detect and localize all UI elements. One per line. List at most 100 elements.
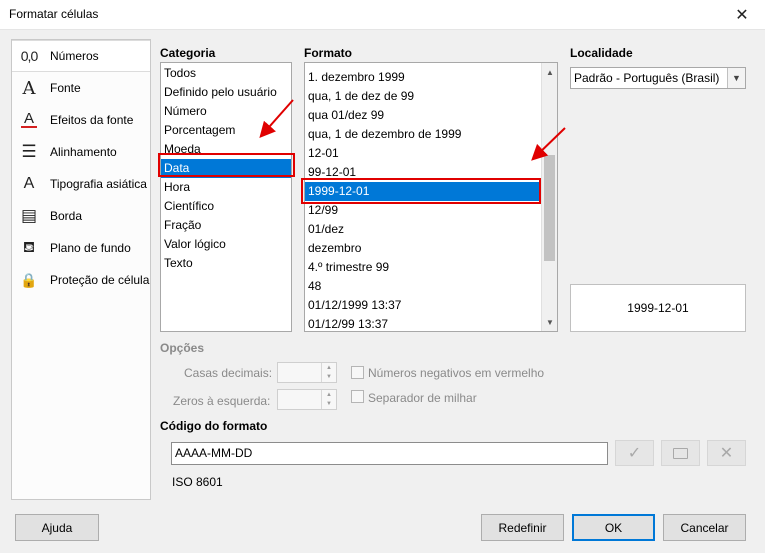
list-item[interactable]: Texto [161,254,291,273]
list-item[interactable]: 1. dezembro 1999 [305,68,541,87]
list-item[interactable]: Valor lógico [161,235,291,254]
stepper-up-icon[interactable]: ▲ [322,363,336,372]
thousands-separator-label: Separador de milhar [368,391,477,405]
sidebar-item-tipografia-asiatica[interactable]: A Tipografia asiática [12,168,150,200]
sidebar-item-label: Alinhamento [50,145,117,159]
sidebar-item-label: Plano de fundo [50,241,131,255]
list-item[interactable]: 4.º trimestre 99 [305,258,541,277]
sidebar-item-numeros[interactable]: 0,0 Números [12,40,150,72]
list-item[interactable]: 01/12/99 13:37 [305,315,541,331]
format-label: Formato [304,46,352,60]
list-item[interactable]: 99-12-01 [305,163,541,182]
alignment-icon: ☰ [21,142,37,161]
sidebar-item-efeitos-fonte[interactable]: A Efeitos da fonte [12,104,150,136]
checkmark-icon: ✓ [627,445,642,462]
list-item[interactable]: 48 [305,277,541,296]
ok-label: OK [604,520,623,535]
background-icon: ⛾ [22,238,36,256]
sidebar-item-protecao-celula[interactable]: 🔒 Proteção de célula [12,264,150,296]
cancel-label: Cancelar [680,520,729,535]
locale-label: Localidade [570,46,633,60]
format-list[interactable]: 1. dezembro 1999 qua, 1 de dez de 99 qua 0… [304,62,558,332]
confirm-code-button[interactable]: ✓ [615,440,654,466]
sidebar-item-borda[interactable]: ▤ Borda [12,200,150,232]
asian-typography-icon: A [23,175,35,192]
options-label: Opções [160,341,205,355]
font-effects-underline [21,126,37,128]
leading-zeros-label: Zeros à esquerda: [173,394,271,408]
close-icon[interactable]: ✕ [719,0,765,30]
chevron-down-icon[interactable]: ▼ [727,68,745,88]
stepper-down-icon[interactable]: ▼ [322,399,336,408]
list-item[interactable]: Data [161,159,291,178]
sidebar-item-label: Tipografia asiática [50,177,147,191]
list-item[interactable]: Número [161,102,291,121]
category-list[interactable]: Todos Definido pelo usuário Número Porcenta… [160,62,292,332]
list-item[interactable]: qua, 1 de dez de 99 [305,87,541,106]
sidebar: 0,0 Números A Fonte A Efeitos da fonte ☰… [11,39,151,500]
scroll-up-icon[interactable]: ▲ [542,65,557,79]
list-item[interactable]: Todos [161,64,291,83]
format-code-description: ISO 8601 [172,475,223,489]
list-item[interactable]: Porcentagem [161,121,291,140]
decimal-places-stepper[interactable]: ▲ ▼ [277,362,337,383]
category-label: Categoria [160,46,216,60]
reset-button[interactable]: Redefinir [481,514,564,541]
sidebar-item-label: Efeitos da fonte [50,113,134,127]
sidebar-item-plano-de-fundo[interactable]: ⛾ Plano de fundo [12,232,150,264]
format-preview: 1999-12-01 [570,284,746,332]
reset-label: Redefinir [498,520,547,535]
list-item[interactable]: 12/99 [305,201,541,220]
format-code-value: AAAA-MM-DD [175,446,253,460]
cancel-button[interactable]: Cancelar [663,514,746,541]
list-item[interactable]: 12-01 [305,144,541,163]
comment-code-button[interactable] [661,440,700,466]
negative-red-checkbox[interactable] [351,366,364,379]
locale-value: Padrão - Português (Brasil) [574,71,720,85]
format-list-scrollbar[interactable]: ▲ ▼ [541,63,557,331]
list-item[interactable]: qua 01/dez 99 [305,106,541,125]
thousands-separator-checkbox[interactable] [351,390,364,403]
stepper-up-icon[interactable]: ▲ [322,390,336,399]
delete-code-button[interactable]: ✕ [707,440,746,466]
sidebar-item-label: Borda [50,209,83,223]
list-item[interactable]: Hora [161,178,291,197]
delete-icon: ✕ [719,445,734,462]
border-icon: ▤ [20,206,38,225]
leading-zeros-stepper[interactable]: ▲ ▼ [277,389,337,410]
stepper-buttons[interactable]: ▲ ▼ [321,363,336,382]
title-bar: Formatar células ✕ [0,0,765,30]
lock-icon: 🔒 [20,271,38,288]
list-item[interactable]: 01/12/1999 13:37 [305,296,541,315]
number-format-icon: 0,0 [20,48,38,64]
scroll-down-icon[interactable]: ▼ [542,315,557,329]
comment-icon [673,447,688,459]
format-code-label: Código do formato [160,419,268,433]
list-item[interactable]: Fração [161,216,291,235]
locale-select[interactable]: Padrão - Português (Brasil) ▼ [570,67,746,89]
sidebar-item-alinhamento[interactable]: ☰ Alinhamento [12,136,150,168]
sidebar-item-label: Proteção de célula [50,273,150,287]
list-item[interactable]: 01/dez [305,220,541,239]
list-item[interactable]: 1999-12-01 [305,182,541,201]
negative-red-label: Números negativos em vermelho [368,366,545,380]
list-item[interactable]: dezembro [305,239,541,258]
font-effects-glyph: A [23,110,34,127]
format-code-input[interactable]: AAAA-MM-DD [171,442,608,465]
font-effects-icon: A [18,110,40,130]
ok-button[interactable]: OK [572,514,655,541]
help-label: Ajuda [41,520,73,535]
sidebar-item-label: Números [50,49,99,63]
sidebar-item-label: Fonte [50,81,81,95]
scroll-thumb[interactable] [544,155,555,261]
stepper-down-icon[interactable]: ▼ [322,372,336,381]
sidebar-item-fonte[interactable]: A Fonte [12,72,150,104]
list-item[interactable]: Científico [161,197,291,216]
preview-text: 1999-12-01 [627,301,689,315]
stepper-buttons[interactable]: ▲ ▼ [321,390,336,409]
help-button[interactable]: Ajuda [15,514,99,541]
window-title: Formatar células [9,7,99,21]
list-item[interactable]: Definido pelo usuário [161,83,291,102]
list-item[interactable]: Moeda [161,140,291,159]
list-item[interactable]: qua, 1 de dezembro de 1999 [305,125,541,144]
